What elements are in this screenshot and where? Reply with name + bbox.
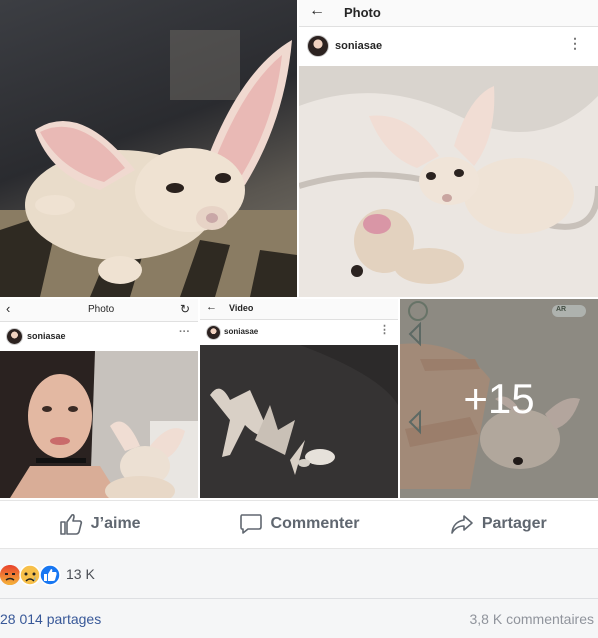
avatar[interactable] bbox=[6, 328, 23, 345]
post-stats: 28 014 partages 3,8 K commentaires bbox=[0, 598, 598, 638]
sad-icon bbox=[19, 564, 41, 586]
shares-count[interactable]: 28 014 partages bbox=[0, 611, 101, 627]
photo-tile-fennec-carrier[interactable] bbox=[0, 0, 297, 297]
more-options-icon[interactable]: ⋮ bbox=[379, 323, 390, 336]
back-arrow-icon[interactable]: ← bbox=[206, 301, 217, 313]
thumbs-up-icon bbox=[59, 513, 82, 535]
username[interactable]: soniasae bbox=[27, 331, 66, 341]
comment-button[interactable]: Commenter bbox=[199, 501, 398, 547]
username[interactable]: soniasae bbox=[335, 40, 382, 52]
header-title: Photo bbox=[88, 304, 115, 315]
share-label: Partager bbox=[481, 515, 547, 532]
like-label: J’aime bbox=[90, 515, 141, 532]
more-photos-count: +15 bbox=[463, 374, 535, 422]
back-arrow-icon[interactable]: ‹ bbox=[6, 301, 10, 316]
fennec-video-frame bbox=[200, 345, 398, 498]
instagram-user-row: soniasae ⋮ bbox=[299, 27, 598, 65]
photo-tile-fennec-video[interactable]: ← Video soniasae ⋮ bbox=[200, 299, 398, 498]
comment-label: Commenter bbox=[270, 515, 360, 532]
instagram-header: ← Photo bbox=[299, 0, 598, 27]
header-title: Video bbox=[229, 303, 254, 313]
like-icon bbox=[39, 564, 61, 586]
comment-icon bbox=[239, 514, 262, 534]
more-photos-overlay[interactable]: +15 bbox=[400, 299, 598, 498]
reaction-count[interactable]: 13 K bbox=[66, 566, 95, 582]
avatar[interactable] bbox=[307, 35, 329, 57]
photo-tile-more-photos[interactable]: AR +15 bbox=[400, 299, 598, 498]
instagram-header: ← Video bbox=[200, 299, 398, 320]
photo-tile-girl-with-fennec[interactable]: ‹ Photo ↻ soniasae ··· bbox=[0, 299, 198, 498]
username[interactable]: soniasae bbox=[224, 327, 258, 336]
instagram-user-row: soniasae ⋮ bbox=[200, 320, 398, 344]
instagram-user-row: soniasae ··· bbox=[0, 322, 198, 350]
reactions-summary[interactable]: 13 K bbox=[0, 548, 598, 599]
photo-tile-instagram-photo[interactable]: ← Photo soniasae ⋮ bbox=[299, 0, 598, 297]
action-bar: J’aime Commenter Partager bbox=[0, 500, 598, 547]
back-arrow-icon[interactable]: ← bbox=[309, 2, 325, 20]
instagram-header: ‹ Photo ↻ bbox=[0, 299, 198, 322]
more-options-icon[interactable]: ··· bbox=[179, 326, 190, 338]
photo-grid: ← Photo soniasae ⋮ ‹ Photo ↻ soniasae ··… bbox=[0, 0, 598, 500]
more-options-icon[interactable]: ⋮ bbox=[568, 35, 582, 52]
refresh-icon[interactable]: ↻ bbox=[180, 302, 190, 316]
header-title: Photo bbox=[344, 5, 381, 20]
share-button[interactable]: Partager bbox=[399, 501, 598, 547]
comments-count[interactable]: 3,8 K commentaires bbox=[470, 611, 595, 627]
like-button[interactable]: J’aime bbox=[0, 501, 199, 547]
avatar[interactable] bbox=[206, 325, 221, 340]
reaction-icons bbox=[0, 564, 61, 586]
fennec-photo bbox=[0, 30, 297, 297]
fennec-bed-photo bbox=[299, 66, 598, 297]
girl-fennec-photo bbox=[0, 351, 198, 498]
angry-icon bbox=[0, 565, 20, 585]
share-icon bbox=[451, 515, 473, 534]
